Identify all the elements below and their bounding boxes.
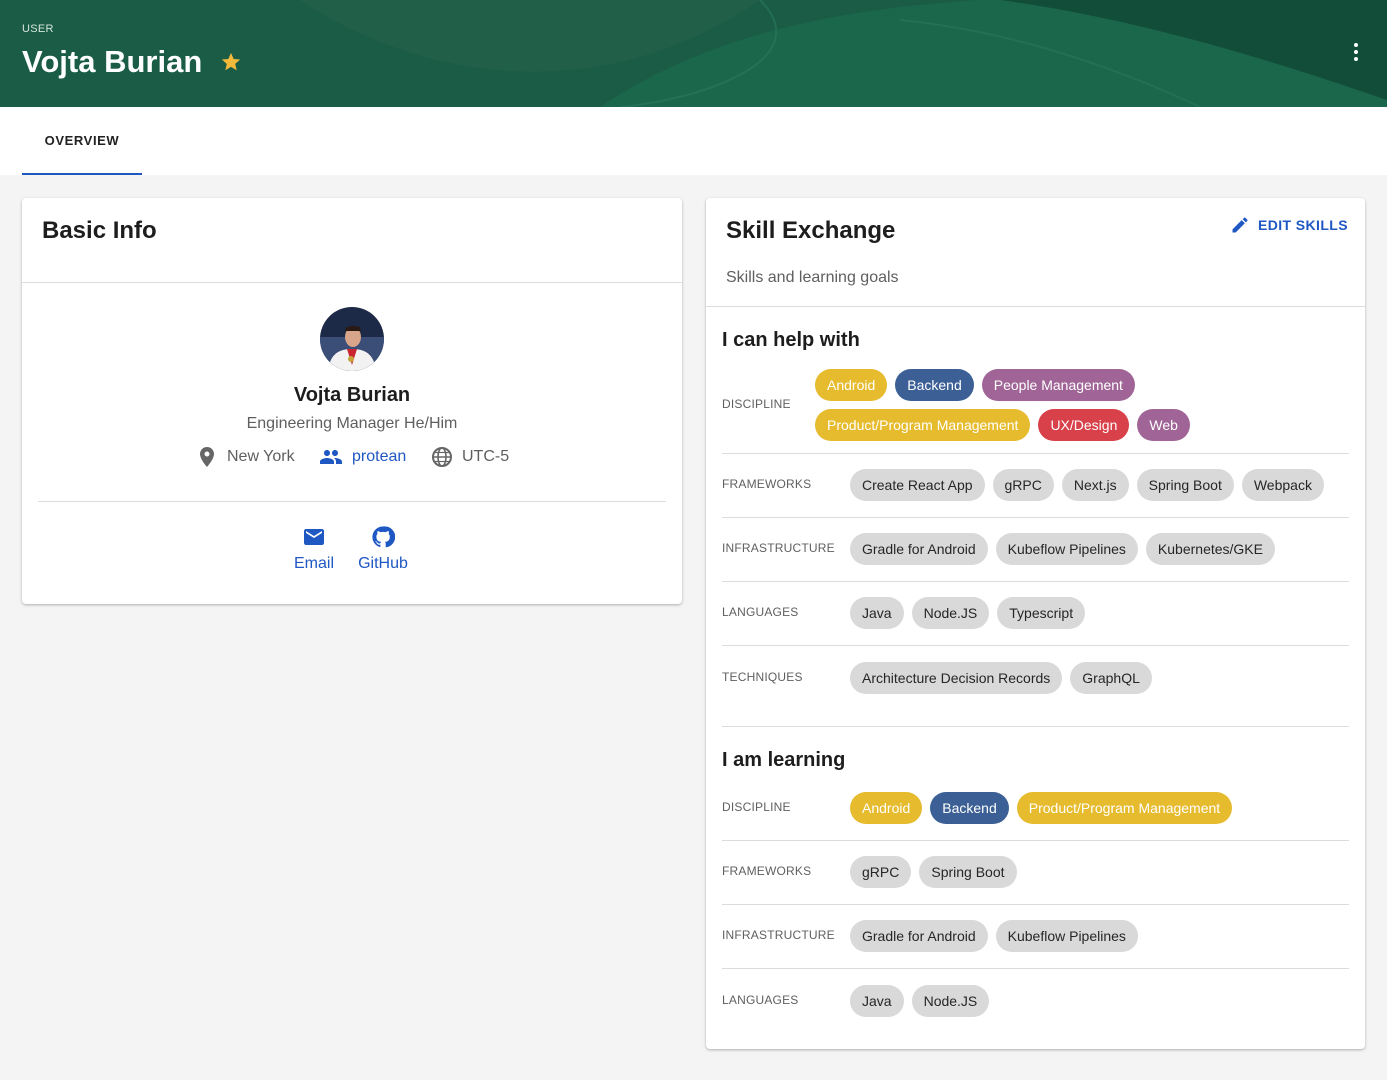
divider bbox=[706, 306, 1365, 307]
skill-chip[interactable]: Kubeflow Pipelines bbox=[995, 920, 1138, 952]
edit-skills-label[interactable]: EDIT SKILLS bbox=[1258, 217, 1348, 233]
timezone-text: UTC-5 bbox=[462, 448, 510, 465]
learn-languages-chips: Java Node.JS bbox=[850, 985, 1350, 1017]
skill-chip[interactable]: Spring Boot bbox=[919, 856, 1017, 888]
skill-chip[interactable]: Kubernetes/GKE bbox=[1145, 533, 1275, 565]
help-infrastructure-chips: Gradle for Android Kubeflow Pipelines Kube… bbox=[850, 533, 1350, 565]
edit-skills-button[interactable]: EDIT SKILLS bbox=[1230, 214, 1348, 236]
row-label: LANGUAGES bbox=[722, 605, 799, 619]
skill-chip[interactable]: Node.JS bbox=[911, 597, 990, 629]
skill-chip[interactable]: Android bbox=[815, 369, 888, 401]
row-label: DISCIPLINE bbox=[722, 397, 791, 411]
skill-chip[interactable]: Java bbox=[850, 985, 904, 1017]
skill-exchange-card: Skill Exchange EDIT SKILLS Skills and le… bbox=[706, 198, 1365, 1049]
location: New York bbox=[195, 445, 295, 469]
help-section-title: I can help with bbox=[722, 329, 860, 351]
skill-chip[interactable]: Gradle for Android bbox=[850, 533, 988, 565]
location-pin-icon bbox=[200, 447, 214, 467]
help-frameworks-chips: Create React App gRPC Next.js Spring Boot We… bbox=[850, 469, 1350, 501]
divider bbox=[722, 726, 1349, 727]
tab-bar: OVERVIEW bbox=[0, 107, 1387, 175]
divider bbox=[722, 453, 1349, 454]
divider bbox=[38, 501, 666, 502]
profile-role: Engineering Manager He/Him bbox=[246, 415, 458, 432]
divider bbox=[722, 840, 1349, 841]
github-label[interactable]: GitHub bbox=[358, 555, 408, 573]
location-text: New York bbox=[227, 448, 295, 465]
divider bbox=[722, 645, 1349, 646]
card-title: Basic Info bbox=[42, 217, 157, 244]
help-techniques-chips: Architecture Decision Records GraphQL bbox=[850, 662, 1350, 694]
learn-frameworks-chips: gRPC Spring Boot bbox=[850, 856, 1350, 888]
divider bbox=[722, 968, 1349, 969]
skill-chip[interactable]: Android bbox=[850, 792, 923, 824]
skill-chip[interactable]: People Management bbox=[981, 369, 1135, 401]
row-label: LANGUAGES bbox=[722, 993, 799, 1007]
timezone: UTC-5 bbox=[430, 445, 509, 469]
row-label: INFRASTRUCTURE bbox=[722, 541, 835, 555]
divider bbox=[22, 282, 682, 283]
divider bbox=[722, 517, 1349, 518]
pencil-icon bbox=[1232, 217, 1248, 233]
skill-chip[interactable]: Java bbox=[850, 597, 904, 629]
skill-chip[interactable]: Architecture Decision Records bbox=[850, 662, 1063, 694]
skill-chip[interactable]: UX/Design bbox=[1038, 409, 1130, 441]
row-label: TECHNIQUES bbox=[722, 670, 803, 684]
skill-chip[interactable]: Kubeflow Pipelines bbox=[995, 533, 1138, 565]
skill-chip[interactable]: Create React App bbox=[850, 469, 985, 501]
skill-chip[interactable]: Backend bbox=[895, 369, 974, 401]
learn-section-title: I am learning bbox=[722, 749, 846, 771]
skill-chip[interactable]: Typescript bbox=[997, 597, 1086, 629]
github-link[interactable]: GitHub bbox=[348, 525, 418, 573]
email-icon bbox=[304, 529, 324, 545]
divider bbox=[722, 581, 1349, 582]
row-label: FRAMEWORKS bbox=[722, 477, 812, 491]
row-label: FRAMEWORKS bbox=[722, 864, 812, 878]
profile-name: Vojta Burian bbox=[293, 384, 411, 406]
row-label: DISCIPLINE bbox=[722, 800, 791, 814]
avatar bbox=[320, 307, 384, 371]
more-vert-icon[interactable] bbox=[1344, 40, 1368, 64]
skill-chip[interactable]: Product/Program Management bbox=[815, 409, 1031, 441]
email-label[interactable]: Email bbox=[294, 555, 334, 573]
card-subtitle: Skills and learning goals bbox=[726, 269, 899, 286]
skill-chip[interactable]: Next.js bbox=[1061, 469, 1129, 501]
row-label: INFRASTRUCTURE bbox=[722, 928, 835, 942]
email-link[interactable]: Email bbox=[279, 525, 349, 573]
skill-chip[interactable]: gRPC bbox=[850, 856, 912, 888]
globe-icon bbox=[432, 447, 452, 467]
skill-chip[interactable]: gRPC bbox=[992, 469, 1054, 501]
help-languages-chips: Java Node.JS Typescript bbox=[850, 597, 1350, 629]
team[interactable]: protean bbox=[318, 445, 406, 469]
page-title: Vojta Burian bbox=[22, 44, 203, 79]
skill-chip[interactable]: Web bbox=[1137, 409, 1190, 441]
team-link[interactable]: protean bbox=[352, 448, 406, 466]
basic-info-card: Basic Info Vojta Burian Engineering Mana… bbox=[22, 198, 682, 604]
tab-overview[interactable]: OVERVIEW bbox=[22, 107, 142, 175]
skill-chip[interactable]: Backend bbox=[930, 792, 1009, 824]
skill-chip[interactable]: Node.JS bbox=[911, 985, 990, 1017]
divider bbox=[722, 904, 1349, 905]
skill-chip[interactable]: Spring Boot bbox=[1136, 469, 1234, 501]
entity-type-label: USER bbox=[22, 23, 54, 35]
group-icon bbox=[320, 450, 342, 464]
skill-chip[interactable]: Webpack bbox=[1241, 469, 1324, 501]
github-icon bbox=[372, 526, 395, 548]
card-title: Skill Exchange bbox=[726, 217, 896, 244]
skill-chip[interactable]: Product/Program Management bbox=[1016, 792, 1233, 824]
help-discipline-chips: Android Backend People Management Product/P… bbox=[815, 369, 1235, 441]
skill-chip[interactable]: Gradle for Android bbox=[850, 920, 988, 952]
star-icon[interactable] bbox=[220, 51, 242, 73]
learn-discipline-chips: Android Backend Product/Program Management bbox=[850, 792, 1350, 824]
learn-infrastructure-chips: Gradle for Android Kubeflow Pipelines bbox=[850, 920, 1350, 952]
header-background bbox=[0, 0, 1387, 107]
page-header: USER Vojta Burian bbox=[0, 0, 1387, 107]
skill-chip[interactable]: GraphQL bbox=[1070, 662, 1152, 694]
